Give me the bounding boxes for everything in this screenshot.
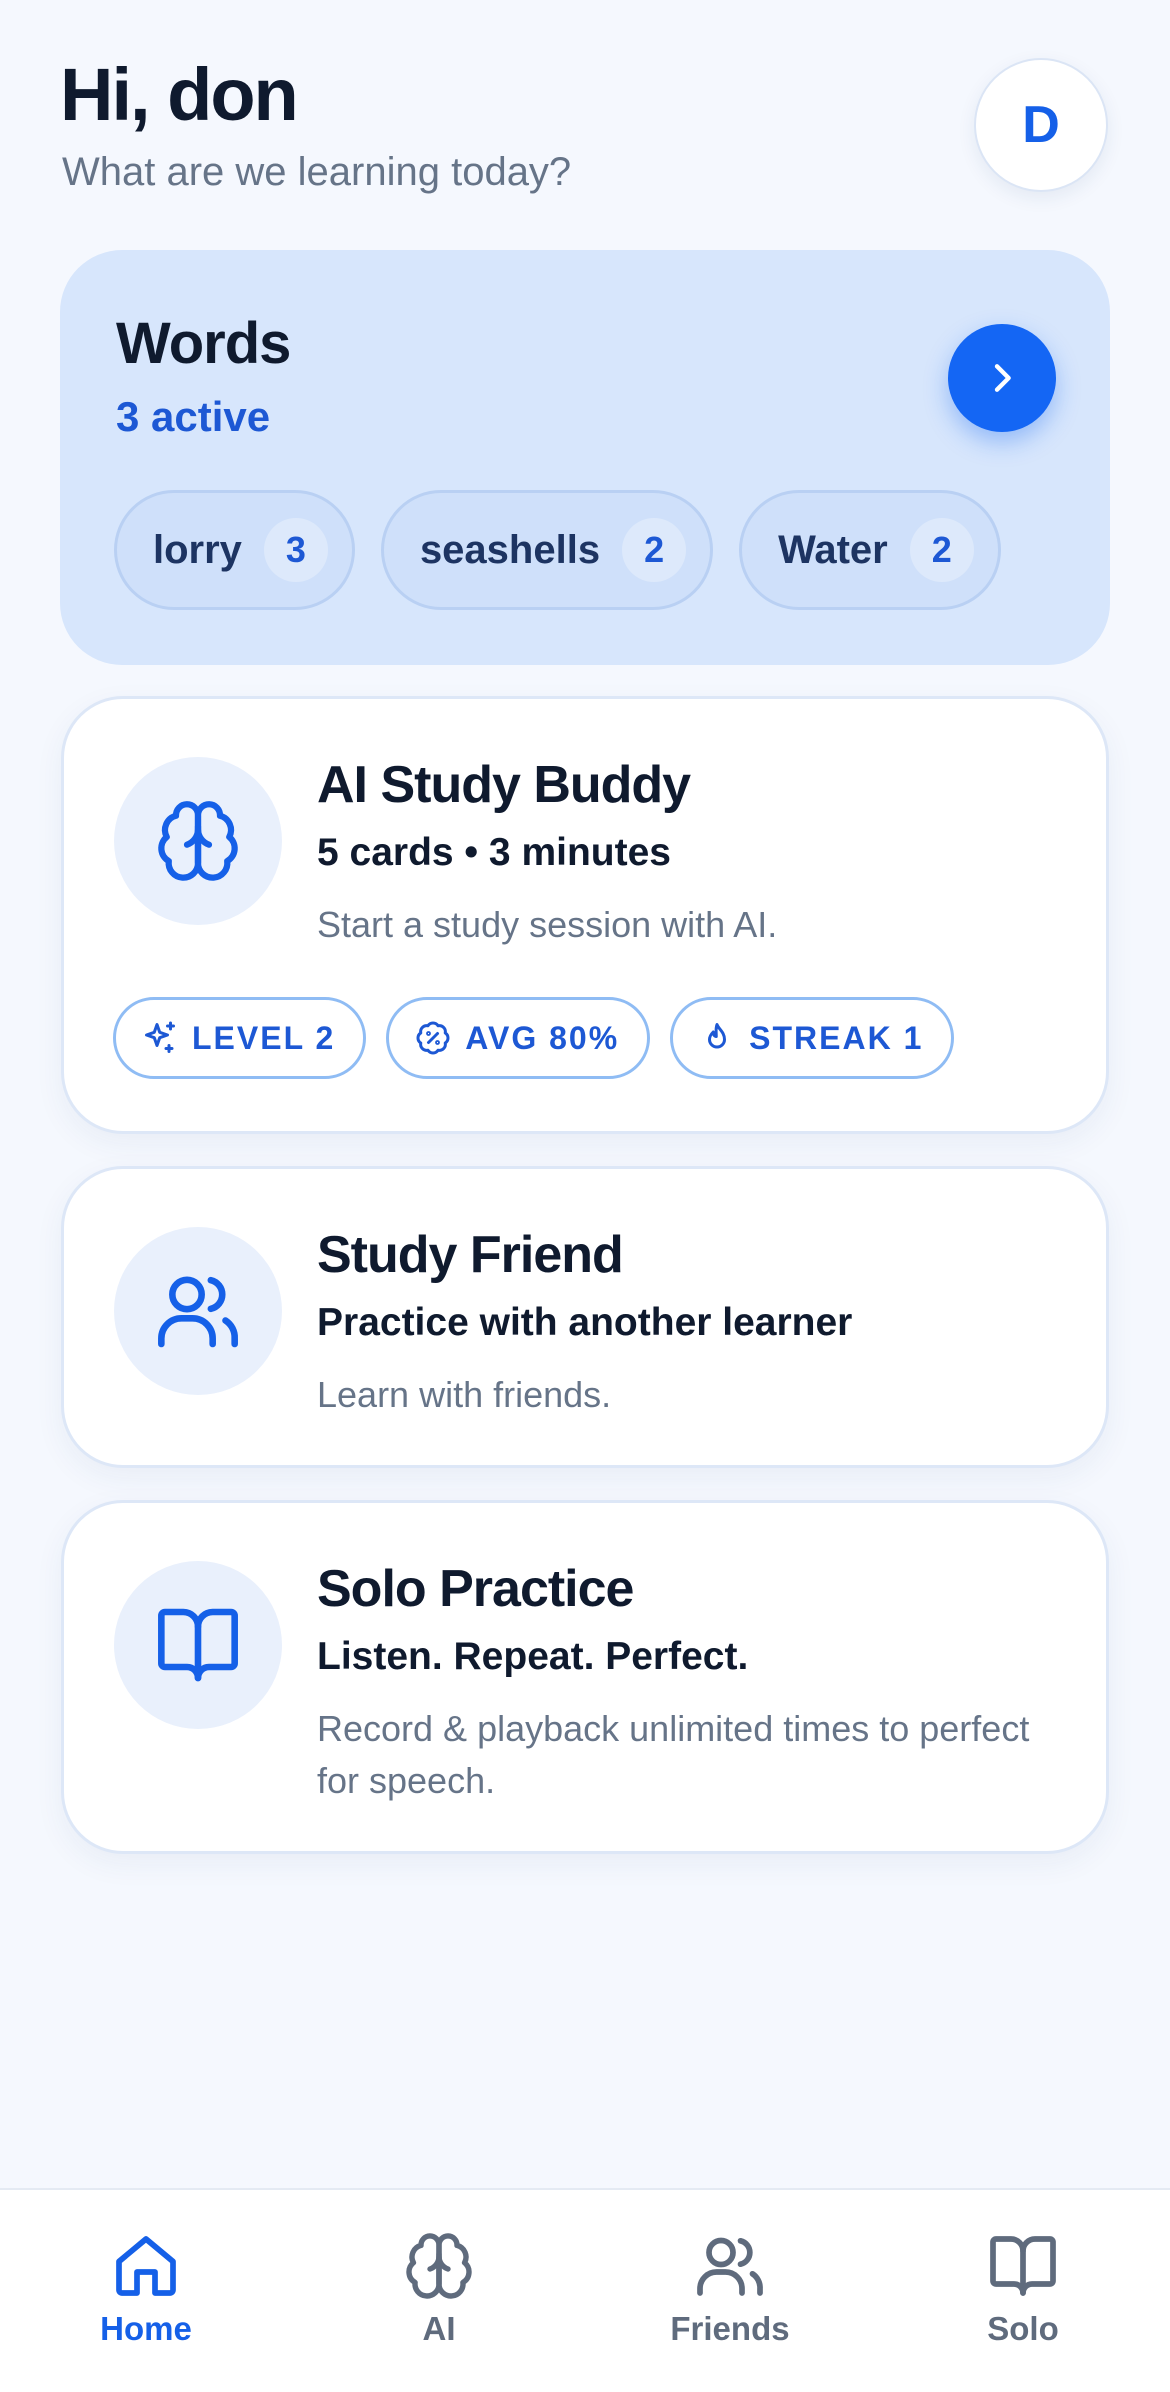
- words-card[interactable]: Words 3 active lorry 3 seashells 2 Water…: [60, 250, 1110, 665]
- study-friend-description: Learn with friends.: [317, 1374, 612, 1415]
- ai-study-buddy-title: AI Study Buddy: [317, 756, 691, 814]
- study-friend-card[interactable]: Study Friend Practice with another learn…: [61, 1166, 1109, 1468]
- percent-badge-icon: [416, 1021, 450, 1055]
- streak-badge-label: STREAK 1: [749, 1019, 924, 1056]
- solo-practice-description: Record & playback unlimited times to per…: [317, 1708, 1030, 1801]
- ai-study-buddy-description: Start a study session with AI.: [317, 904, 778, 945]
- word-chip-count: 3: [263, 518, 328, 582]
- study-friend-icon-wrap: [114, 1227, 282, 1395]
- word-chip[interactable]: seashells 2: [380, 490, 714, 610]
- word-chips: lorry 3 seashells 2 Water 2: [114, 490, 1001, 610]
- book-open-icon: [158, 1608, 238, 1682]
- word-chip-count: 2: [909, 518, 974, 582]
- nav-label-ai: AI: [422, 2310, 456, 2347]
- words-open-button[interactable]: [948, 324, 1056, 432]
- solo-practice-title: Solo Practice: [317, 1560, 634, 1618]
- ai-study-buddy-card[interactable]: AI Study Buddy 5 cards • 3 minutes Start…: [61, 696, 1109, 1134]
- nav-label-home: Home: [100, 2310, 192, 2347]
- home-screen: Hi, don What are we learning today? D Wo…: [0, 0, 1170, 2392]
- flame-icon: [708, 1023, 727, 1049]
- study-friend-title: Study Friend: [317, 1226, 624, 1284]
- words-active-count: 3 active: [116, 393, 271, 440]
- word-chip-label: lorry: [153, 527, 242, 572]
- word-chip-count: 2: [622, 518, 687, 582]
- users-icon: [158, 1276, 238, 1348]
- word-chip[interactable]: lorry 3: [114, 490, 355, 610]
- nav-item-home[interactable]: Home: [46, 2230, 246, 2348]
- solo-practice-subtitle: Listen. Repeat. Perfect.: [317, 1635, 749, 1678]
- nav-item-friends[interactable]: Friends: [630, 2230, 830, 2348]
- greeting-title: Hi, don: [60, 53, 299, 136]
- word-chip-label: Water: [778, 527, 888, 572]
- nav-label-solo: Solo: [987, 2310, 1059, 2347]
- nav-item-solo[interactable]: Solo: [923, 2230, 1123, 2348]
- solo-practice-icon-wrap: [114, 1561, 282, 1729]
- ai-study-buddy-badges: LEVEL 2 AVG 80% STREAK 1: [113, 997, 955, 1079]
- bottom-nav: Home AI Friends Solo: [0, 2188, 1170, 2392]
- brain-icon: [406, 2233, 472, 2299]
- home-icon: [116, 2236, 176, 2296]
- word-chip[interactable]: Water 2: [739, 490, 1001, 610]
- users-icon: [697, 2237, 763, 2296]
- ai-study-buddy-subtitle: 5 cards • 3 minutes: [317, 831, 671, 874]
- nav-item-ai[interactable]: AI: [339, 2230, 539, 2348]
- streak-badge: STREAK 1: [670, 997, 955, 1079]
- average-badge: AVG 80%: [386, 997, 651, 1079]
- level-badge: LEVEL 2: [113, 997, 367, 1079]
- greeting-subtitle: What are we learning today?: [62, 150, 572, 194]
- ai-study-buddy-icon-wrap: [114, 757, 282, 925]
- avatar[interactable]: D: [974, 58, 1108, 192]
- solo-practice-card[interactable]: Solo Practice Listen. Repeat. Perfect. R…: [61, 1500, 1109, 1854]
- sparkle-icon: [145, 1021, 175, 1053]
- brain-icon: [158, 801, 238, 881]
- word-chip-label: seashells: [419, 527, 601, 572]
- nav-label-friends: Friends: [670, 2310, 790, 2347]
- level-badge-label: LEVEL 2: [192, 1019, 336, 1056]
- book-open-icon: [990, 2236, 1056, 2296]
- chevron-right-icon: [994, 364, 1011, 392]
- average-badge-label: AVG 80%: [465, 1019, 620, 1056]
- study-friend-subtitle: Practice with another learner: [317, 1301, 853, 1344]
- words-title: Words: [116, 311, 291, 376]
